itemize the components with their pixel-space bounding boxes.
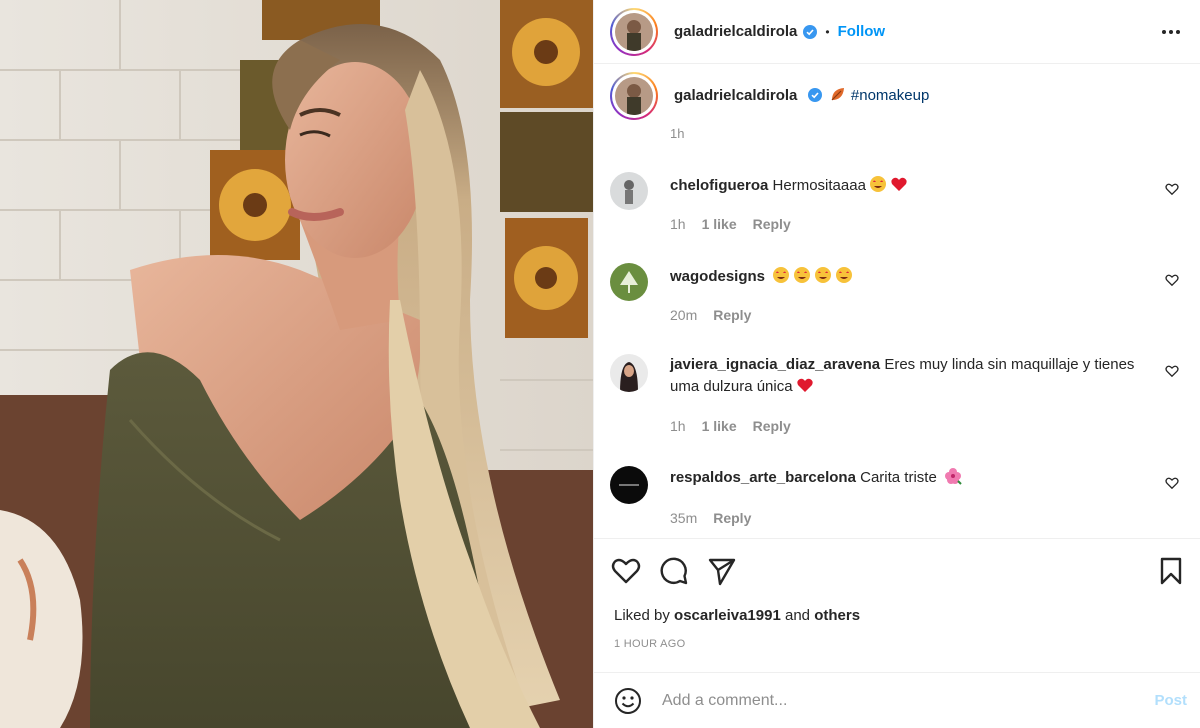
post-side-panel: galadrielcaldirola • Follow galadrielcal… (593, 0, 1200, 728)
comment-meta: 1h 1 like Reply (670, 216, 791, 232)
comment-likes[interactable]: 1 like (702, 216, 737, 232)
comment-meta: 20m Reply (670, 307, 751, 323)
heart-eyes-emoji-icon (836, 267, 853, 283)
red-heart-emoji-icon (891, 177, 907, 191)
leaf-emoji-icon (831, 88, 844, 101)
liked-prefix: Liked by (614, 607, 670, 624)
comment-username[interactable]: javiera_ignacia_diaz_aravena (670, 356, 880, 373)
comment-time: 1h (670, 216, 686, 232)
instagram-post-modal: galadrielcaldirola • Follow galadrielcal… (0, 0, 1200, 728)
heart-eyes-emoji-icon (869, 176, 886, 192)
hibiscus-emoji-icon (944, 468, 962, 485)
post-actions: Liked by oscarleiva1991 and others 1 HOU… (594, 538, 1200, 672)
like-comment-heart-icon[interactable] (1165, 182, 1179, 196)
comment-meta: 1h 1 like Reply (670, 418, 791, 434)
post-header: galadrielcaldirola • Follow (594, 0, 1200, 64)
author-username[interactable]: galadrielcaldirola (674, 23, 797, 40)
story-ring[interactable] (610, 7, 658, 56)
heart-eyes-emoji-icon (815, 267, 832, 283)
commenter-avatar[interactable] (610, 172, 648, 210)
post-timestamp: 1 HOUR AGO (614, 638, 686, 650)
post-caption: galadrielcaldirola #nomakeup 1h (610, 72, 1185, 141)
comment-likes[interactable]: 1 like (702, 418, 737, 434)
commenter-avatar[interactable] (610, 263, 648, 301)
comment-bubble-icon[interactable] (658, 555, 690, 587)
like-comment-heart-icon[interactable] (1165, 273, 1179, 287)
comment-time: 35m (670, 510, 698, 526)
add-comment-bar: Post (594, 672, 1200, 728)
share-paper-plane-icon[interactable] (706, 555, 738, 587)
separator-dot: • (825, 24, 830, 39)
liked-and: and (784, 607, 811, 624)
verified-badge-icon (803, 24, 818, 39)
caption-avatar[interactable] (615, 77, 653, 115)
post-comment-button[interactable]: Post (1154, 692, 1187, 709)
author-avatar[interactable] (615, 12, 653, 51)
comment-time: 20m (670, 307, 698, 323)
red-heart-emoji-icon (796, 378, 813, 392)
liked-others-link[interactable]: others (814, 607, 860, 624)
reply-button[interactable]: Reply (753, 418, 791, 434)
commenter-avatar[interactable] (610, 354, 648, 392)
like-comment-heart-icon[interactable] (1165, 476, 1179, 490)
reply-button[interactable]: Reply (713, 510, 751, 526)
emoji-picker-icon[interactable] (614, 687, 642, 715)
comment-username[interactable]: chelofigueroa (670, 177, 768, 194)
photo-illustration (0, 0, 593, 728)
comment-username[interactable]: wagodesigns (670, 268, 765, 285)
add-comment-input[interactable] (662, 691, 1122, 710)
comment-username[interactable]: respaldos_arte_barcelona (670, 469, 856, 486)
comment-text: Hermositaaaa (772, 177, 866, 194)
caption-verified-badge-icon (807, 88, 822, 102)
heart-eyes-emoji-icon (794, 267, 811, 283)
comment-time: 1h (670, 418, 686, 434)
caption-time: 1h (670, 126, 685, 141)
save-bookmark-icon[interactable] (1155, 555, 1187, 587)
post-photo[interactable] (0, 0, 593, 728)
caption-hashtag[interactable]: #nomakeup (851, 87, 929, 104)
commenter-avatar[interactable] (610, 466, 648, 504)
comment-meta: 35m Reply (670, 510, 751, 526)
comment-text: Carita triste (860, 469, 937, 486)
like-heart-icon[interactable] (610, 555, 642, 587)
liked-user-link[interactable]: oscarleiva1991 (674, 607, 781, 624)
liked-by-text: Liked by oscarleiva1991 and others (614, 607, 860, 624)
caption-story-ring[interactable] (610, 72, 658, 120)
more-options-icon[interactable] (1159, 20, 1183, 44)
follow-button[interactable]: Follow (838, 23, 886, 40)
reply-button[interactable]: Reply (713, 307, 751, 323)
heart-eyes-emoji-icon (773, 267, 790, 283)
reply-button[interactable]: Reply (753, 216, 791, 232)
caption-username[interactable]: galadrielcaldirola (674, 87, 797, 104)
like-comment-heart-icon[interactable] (1165, 364, 1179, 378)
